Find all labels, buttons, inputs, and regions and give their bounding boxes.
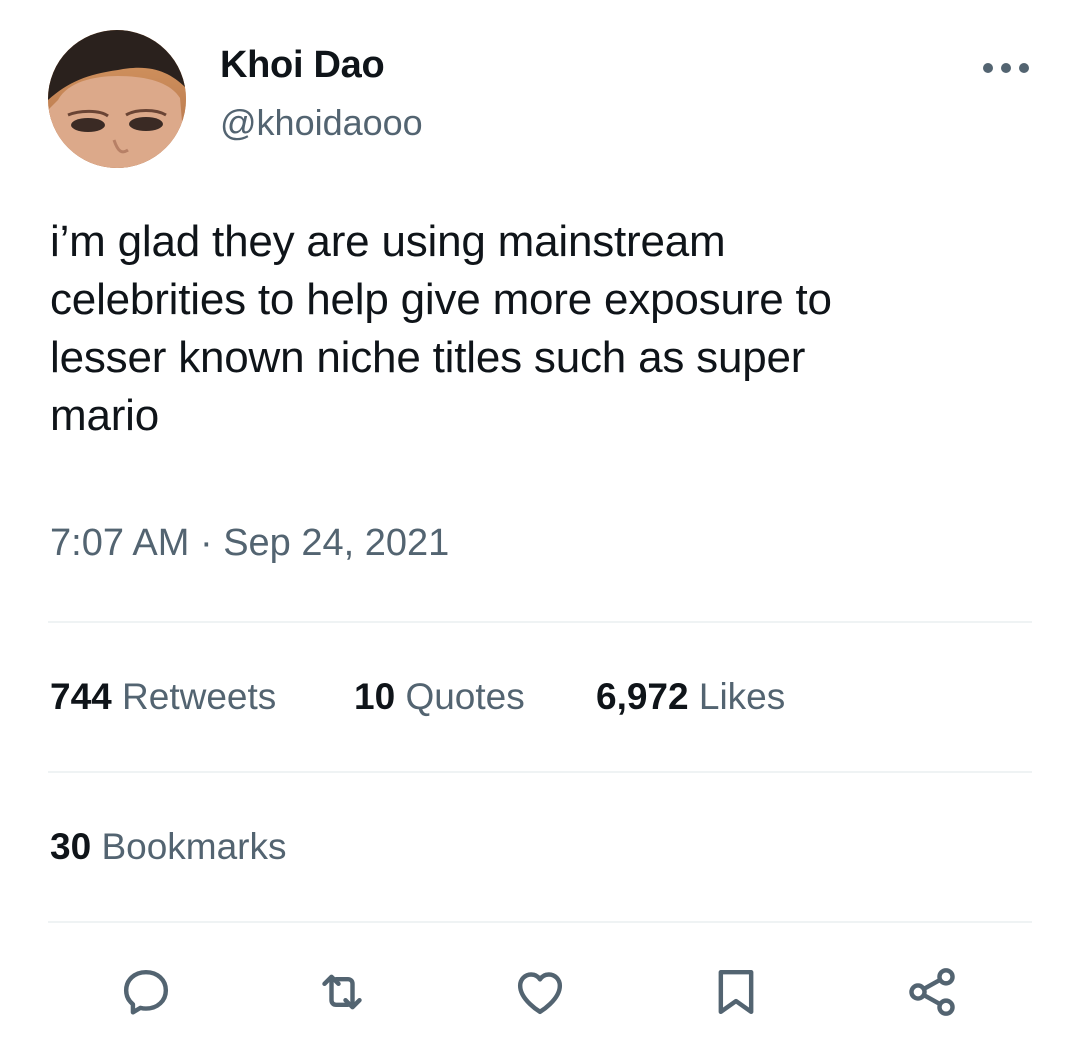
retweet-button[interactable] <box>312 962 372 1022</box>
quotes-label: Quotes <box>405 676 525 717</box>
reply-button[interactable] <box>116 962 176 1022</box>
tweet-timestamp[interactable]: 7:07 AM · Sep 24, 2021 <box>50 522 449 565</box>
bookmark-button[interactable] <box>706 962 766 1022</box>
avatar[interactable] <box>48 30 186 168</box>
like-icon <box>517 972 563 1015</box>
likes-stat[interactable]: 6,972 Likes <box>596 676 785 718</box>
retweets-stat[interactable]: 744 Retweets <box>50 676 276 718</box>
bookmark-icon <box>718 969 754 1015</box>
author-handle[interactable]: @khoidaooo <box>220 102 423 144</box>
tweet: Khoi Dao @khoidaooo i’m glad they are us… <box>0 0 1080 1059</box>
bookmarks-stat[interactable]: 30 Bookmarks <box>50 826 287 868</box>
quotes-stat[interactable]: 10 Quotes <box>354 676 525 718</box>
likes-count: 6,972 <box>596 676 689 717</box>
tweet-text-line: mario <box>50 391 160 440</box>
quotes-count: 10 <box>354 676 396 717</box>
share-button[interactable] <box>902 962 962 1022</box>
more-options-button[interactable] <box>976 50 1036 86</box>
retweets-count: 744 <box>50 676 112 717</box>
share-icon <box>909 968 955 1016</box>
reply-icon <box>123 969 169 1015</box>
divider <box>48 621 1032 623</box>
bookmarks-count: 30 <box>50 826 92 867</box>
more-icon <box>983 63 1029 73</box>
tweet-text-line: lesser known niche titles such as super <box>50 333 806 382</box>
bookmarks-label: Bookmarks <box>101 826 287 867</box>
likes-label: Likes <box>698 676 786 717</box>
divider <box>48 771 1032 773</box>
tweet-text-line: celebrities to help give more exposure t… <box>50 275 832 324</box>
profile-photo-icon <box>48 30 186 168</box>
retweets-label: Retweets <box>122 676 277 717</box>
author-display-name[interactable]: Khoi Dao <box>220 44 385 87</box>
retweet-icon <box>322 974 362 1010</box>
tweet-text-line: i’m glad they are using mainstream <box>50 217 726 266</box>
divider <box>48 921 1032 923</box>
tweet-text: i’m glad they are using mainstream celeb… <box>50 213 990 445</box>
like-button[interactable] <box>510 962 570 1022</box>
